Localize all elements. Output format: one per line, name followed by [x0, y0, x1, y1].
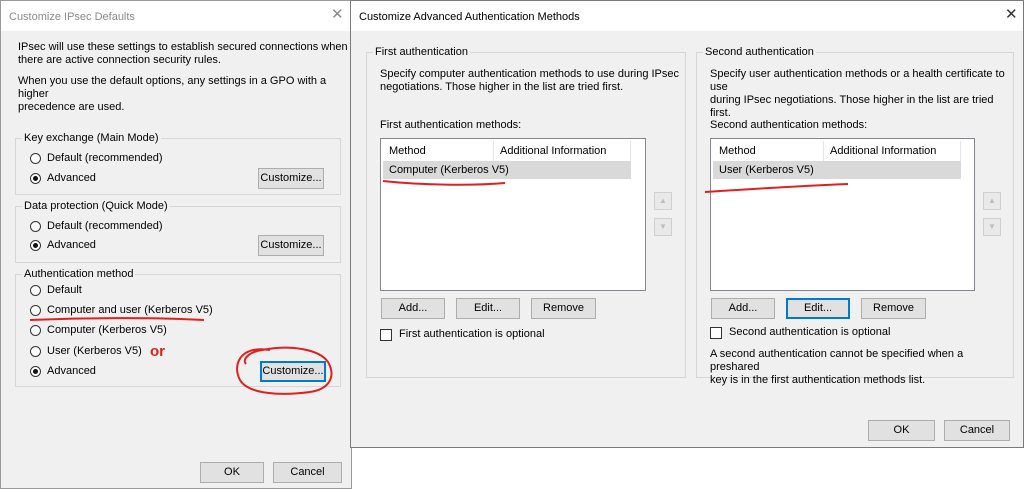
first-auth-legend: First authentication [373, 46, 470, 58]
advanced-dialog-title: Customize Advanced Authentication Method… [359, 11, 580, 23]
key-exchange-customize-button[interactable]: Customize... [258, 168, 324, 189]
key-exchange-advanced-label: Advanced [47, 172, 96, 184]
second-auth-note: A second authentication cannot be specif… [710, 348, 1013, 387]
first-methods-label: First authentication methods: [380, 119, 522, 131]
second-auth-legend: Second authentication [703, 46, 816, 58]
intro-line-1: IPsec will use these settings to establi… [18, 41, 348, 53]
advanced-auth-dialog: Customize Advanced Authentication Method… [350, 0, 1024, 448]
ipsec-titlebar: Customize IPsec Defaults ✕ [1, 1, 351, 31]
auth-customize-button[interactable]: Customize... [260, 361, 326, 382]
first-methods-list[interactable]: Method Additional Information Computer (… [380, 138, 646, 291]
down-arrow-icon: ▼ [659, 222, 667, 231]
note-line-2: key is in the first authentication metho… [710, 374, 926, 386]
auth-computer-and-user-radio[interactable] [30, 305, 41, 316]
data-protection-legend: Data protection (Quick Mode) [22, 200, 170, 212]
auth-advanced-radio[interactable] [30, 366, 41, 377]
auth-default-radio[interactable] [30, 285, 41, 296]
auth-method-legend: Authentication method [22, 268, 136, 280]
first-remove-button[interactable]: Remove [531, 298, 596, 319]
close-icon[interactable]: ✕ [331, 7, 344, 22]
close-icon[interactable]: ✕ [1005, 7, 1018, 22]
up-arrow-icon: ▲ [988, 196, 996, 205]
second-remove-button[interactable]: Remove [861, 298, 926, 319]
key-exchange-default-label: Default (recommended) [47, 152, 163, 164]
first-optional-label: First authentication is optional [399, 328, 545, 340]
first-optional-checkbox[interactable] [380, 329, 392, 341]
column-header-method[interactable]: Method [713, 141, 824, 161]
data-protection-group: Data protection (Quick Mode) Default (re… [15, 200, 341, 263]
key-exchange-legend: Key exchange (Main Mode) [22, 132, 161, 144]
second-edit-button[interactable]: Edit... [786, 298, 850, 319]
list-item[interactable]: User (Kerberos V5) [713, 161, 961, 179]
data-protection-customize-button[interactable]: Customize... [258, 235, 324, 256]
key-exchange-advanced-radio[interactable] [30, 173, 41, 184]
second-desc-line-1: Specify user authentication methods or a… [710, 68, 1005, 93]
second-methods-list[interactable]: Method Additional Information User (Kerb… [710, 138, 975, 291]
advanced-ok-button[interactable]: OK [868, 420, 935, 441]
move-down-button[interactable]: ▼ [654, 218, 672, 236]
data-protection-advanced-label: Advanced [47, 239, 96, 251]
list-item[interactable]: Computer (Kerberos V5) [383, 161, 631, 179]
second-optional-checkbox[interactable] [710, 327, 722, 339]
auth-user-label: User (Kerberos V5) [47, 345, 142, 357]
advanced-cancel-button[interactable]: Cancel [944, 420, 1010, 441]
ipsec-ok-button[interactable]: OK [200, 462, 264, 483]
first-auth-group: First authentication Specify computer au… [366, 46, 686, 378]
up-arrow-icon: ▲ [659, 196, 667, 205]
auth-computer-label: Computer (Kerberos V5) [47, 324, 167, 336]
auth-computer-and-user-label: Computer and user (Kerberos V5) [47, 304, 213, 316]
move-up-button[interactable]: ▲ [983, 192, 1001, 210]
data-protection-default-label: Default (recommended) [47, 220, 163, 232]
gpo-line-2: precedence are used. [18, 101, 125, 113]
intro-line-2: there are active connection security rul… [18, 54, 221, 66]
column-header-additional-info[interactable]: Additional Information [824, 141, 961, 161]
intro-text: IPsec will use these settings to establi… [18, 41, 348, 67]
second-add-button[interactable]: Add... [711, 298, 775, 319]
auth-user-radio[interactable] [30, 346, 41, 357]
first-desc-line-1: Specify computer authentication methods … [380, 68, 680, 80]
column-header-additional-info[interactable]: Additional Information [494, 141, 631, 161]
move-up-button[interactable]: ▲ [654, 192, 672, 210]
ipsec-cancel-button[interactable]: Cancel [273, 462, 342, 483]
auth-computer-radio[interactable] [30, 325, 41, 336]
advanced-titlebar: Customize Advanced Authentication Method… [351, 1, 1023, 31]
auth-default-label: Default [47, 284, 82, 296]
note-line-1: A second authentication cannot be specif… [710, 348, 964, 373]
move-down-button[interactable]: ▼ [983, 218, 1001, 236]
data-protection-default-radio[interactable] [30, 221, 41, 232]
second-auth-group: Second authentication Specify user authe… [696, 46, 1014, 386]
ipsec-defaults-dialog: Customize IPsec Defaults ✕ IPsec will us… [0, 0, 352, 489]
second-auth-description: Specify user authentication methods or a… [710, 68, 1013, 120]
auth-method-group: Authentication method Default Computer a… [15, 268, 341, 387]
ipsec-dialog-title: Customize IPsec Defaults [9, 11, 135, 23]
down-arrow-icon: ▼ [988, 222, 996, 231]
column-header-method[interactable]: Method [383, 141, 494, 161]
data-protection-advanced-radio[interactable] [30, 240, 41, 251]
key-exchange-default-radio[interactable] [30, 153, 41, 164]
key-exchange-group: Key exchange (Main Mode) Default (recomm… [15, 132, 341, 195]
second-optional-label: Second authentication is optional [729, 326, 891, 338]
auth-advanced-label: Advanced [47, 365, 96, 377]
second-methods-label: Second authentication methods: [710, 119, 868, 131]
gpo-line-1: When you use the default options, any se… [18, 75, 327, 100]
first-desc-line-2: negotiations. Those higher in the list a… [380, 81, 624, 93]
second-desc-line-2: during IPsec negotiations. Those higher … [710, 94, 994, 119]
first-add-button[interactable]: Add... [381, 298, 445, 319]
first-edit-button[interactable]: Edit... [456, 298, 520, 319]
first-auth-description: Specify computer authentication methods … [380, 68, 679, 94]
gpo-text: When you use the default options, any se… [18, 75, 351, 114]
